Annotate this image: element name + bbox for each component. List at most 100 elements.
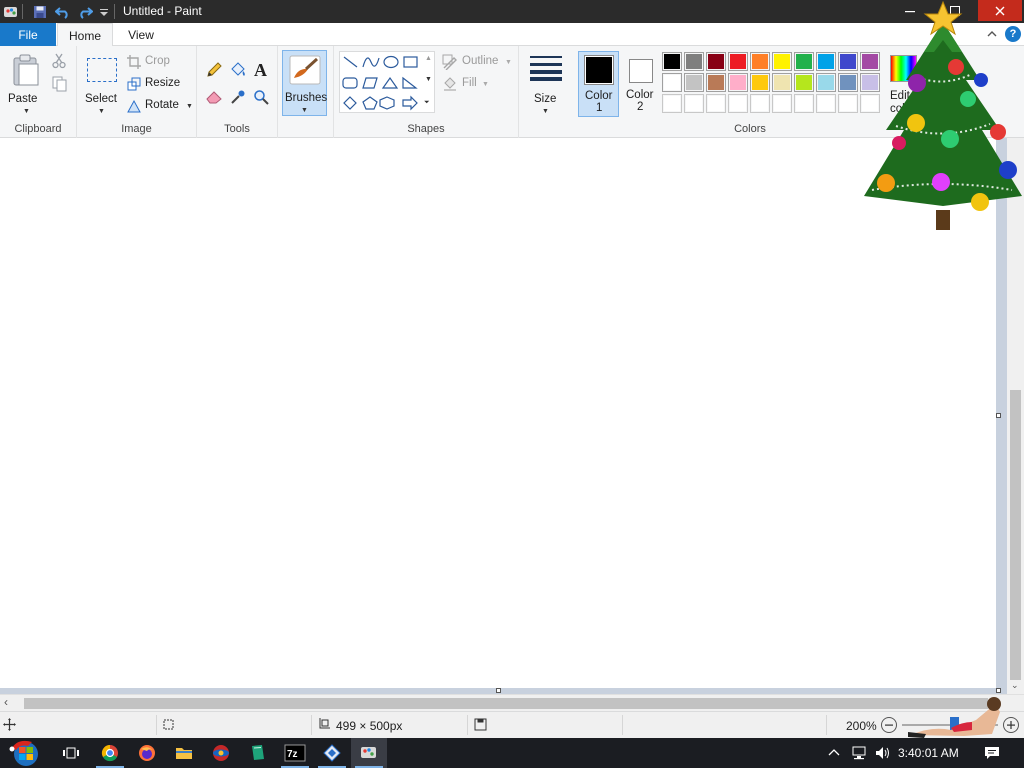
color-swatch[interactable] <box>772 52 792 71</box>
custom-color-slot[interactable] <box>794 94 814 113</box>
7zip-icon: 7z <box>284 744 306 762</box>
svg-text:7z: 7z <box>287 749 298 760</box>
canvas-resize-handle-right[interactable] <box>996 413 1001 418</box>
custom-color-slot[interactable] <box>838 94 858 113</box>
show-hidden-icons-icon[interactable] <box>828 747 840 759</box>
crop-button[interactable]: Crop <box>127 54 187 70</box>
resize-button[interactable]: Resize <box>127 76 187 92</box>
task-view-button[interactable] <box>53 738 89 768</box>
taskbar-7zip[interactable]: 7z <box>277 738 313 768</box>
eraser-icon[interactable] <box>206 90 223 104</box>
status-divider <box>622 715 623 735</box>
taskbar-clock[interactable]: 3:40:01 AM <box>898 746 959 760</box>
color-swatch[interactable] <box>662 52 682 71</box>
paste-button[interactable]: Paste ▼ <box>5 50 47 116</box>
magnifier-icon[interactable] <box>253 89 269 105</box>
taskbar-file-explorer[interactable] <box>166 738 202 768</box>
color-picker-icon[interactable] <box>230 89 246 105</box>
custom-color-slot[interactable] <box>728 94 748 113</box>
start-button[interactable] <box>6 738 46 768</box>
custom-color-slot[interactable] <box>750 94 770 113</box>
scroll-down-arrow[interactable]: ⌄ <box>1011 680 1019 691</box>
copy-icon[interactable] <box>52 76 67 92</box>
color-swatch[interactable] <box>838 52 858 71</box>
taskbar-app-8[interactable] <box>314 738 350 768</box>
color-swatch[interactable] <box>684 52 704 71</box>
shapes-gallery[interactable] <box>339 51 435 113</box>
volume-icon[interactable] <box>874 745 892 761</box>
horizontal-scroll-thumb[interactable] <box>24 698 988 709</box>
plus-icon <box>1007 721 1015 729</box>
color1-button[interactable]: Color 1 <box>578 51 619 117</box>
save-icon[interactable] <box>31 3 49 21</box>
scroll-left-arrow[interactable]: ‹ <box>4 695 8 709</box>
paint-window: Untitled - Paint File Home View ? Paste … <box>0 0 1024 768</box>
custom-color-slot[interactable] <box>772 94 792 113</box>
color-swatch[interactable] <box>794 73 814 92</box>
zoom-out-button[interactable] <box>881 717 897 733</box>
network-icon[interactable] <box>850 745 868 761</box>
taskbar-app-4[interactable] <box>203 738 239 768</box>
resize-icon <box>127 77 141 91</box>
color-swatch[interactable] <box>706 73 726 92</box>
color-swatch[interactable] <box>750 73 770 92</box>
shapes-scroll-up-arrow[interactable]: ▲ <box>425 55 432 62</box>
redo-icon[interactable] <box>76 3 94 21</box>
color-swatch[interactable] <box>772 73 792 92</box>
shapes-gallery-icons <box>342 55 418 111</box>
rotate-button[interactable]: Rotate ▼ <box>127 98 195 114</box>
custom-color-slot[interactable] <box>706 94 726 113</box>
color2-number: 2 <box>637 101 644 113</box>
custom-color-slot[interactable] <box>662 94 682 113</box>
drawing-canvas[interactable] <box>0 138 996 688</box>
pencil-icon[interactable] <box>206 62 222 78</box>
color-swatch[interactable] <box>816 52 836 71</box>
color2-button[interactable]: Color 2 <box>621 51 661 117</box>
color-swatch[interactable] <box>662 73 682 92</box>
action-center-icon[interactable] <box>984 745 1000 761</box>
zoom-level: 200% <box>846 719 877 733</box>
color-swatch[interactable] <box>706 52 726 71</box>
tab-view[interactable]: View <box>118 23 164 46</box>
fill-label: Fill <box>462 77 477 89</box>
shapes-scroll-down-arrow[interactable]: ▼ <box>425 76 432 83</box>
shapes-group: ▲ ▼ ⏷ Outline ▼ Fill ▼ Shapes <box>334 46 519 138</box>
undo-icon[interactable] <box>54 3 72 21</box>
shapes-more-arrow[interactable]: ⏷ <box>424 99 430 107</box>
text-tool-icon[interactable]: A <box>253 61 269 79</box>
taskbar-chrome[interactable] <box>92 738 128 768</box>
shapes-scroll[interactable]: ▲ ▼ ⏷ <box>423 51 435 113</box>
tab-home[interactable]: Home <box>57 23 113 47</box>
custom-color-slot[interactable] <box>684 94 704 113</box>
select-dropdown-arrow: ▼ <box>98 108 105 115</box>
taskbar-app-5[interactable] <box>240 738 276 768</box>
status-divider <box>311 715 312 735</box>
outline-button[interactable]: Outline ▼ <box>442 54 516 70</box>
rotate-dropdown-arrow: ▼ <box>186 103 193 110</box>
taskbar-paint[interactable] <box>351 738 387 768</box>
fill-button[interactable]: Fill ▼ <box>442 76 502 92</box>
color-swatch[interactable] <box>684 73 704 92</box>
color-swatch[interactable] <box>816 73 836 92</box>
brush-icon <box>289 55 321 85</box>
cut-icon[interactable] <box>52 53 66 69</box>
customize-quick-access-icon[interactable] <box>95 3 113 21</box>
color-swatch[interactable] <box>728 52 748 71</box>
color-swatch[interactable] <box>750 52 770 71</box>
color-swatch[interactable] <box>794 52 814 71</box>
color-swatch[interactable] <box>728 73 748 92</box>
size-button[interactable]: Size ▼ <box>525 50 567 116</box>
custom-color-slot[interactable] <box>816 94 836 113</box>
brushes-button[interactable]: Brushes ▼ <box>282 50 327 116</box>
rotate-label: Rotate <box>145 99 179 111</box>
horizontal-scrollbar[interactable]: ‹ <box>0 694 1024 711</box>
canvas-resize-handle-bottom[interactable] <box>496 688 501 693</box>
vertical-scroll-thumb[interactable] <box>1010 390 1021 680</box>
color-swatch[interactable] <box>838 73 858 92</box>
status-bar: 499 × 500px 200% <box>0 711 1024 738</box>
fill-bucket-icon[interactable] <box>229 62 247 78</box>
taskbar-firefox[interactable] <box>129 738 165 768</box>
select-button[interactable]: Select ▼ <box>82 50 122 116</box>
paint-app-icon[interactable] <box>2 3 20 21</box>
tab-file[interactable]: File <box>0 23 56 46</box>
